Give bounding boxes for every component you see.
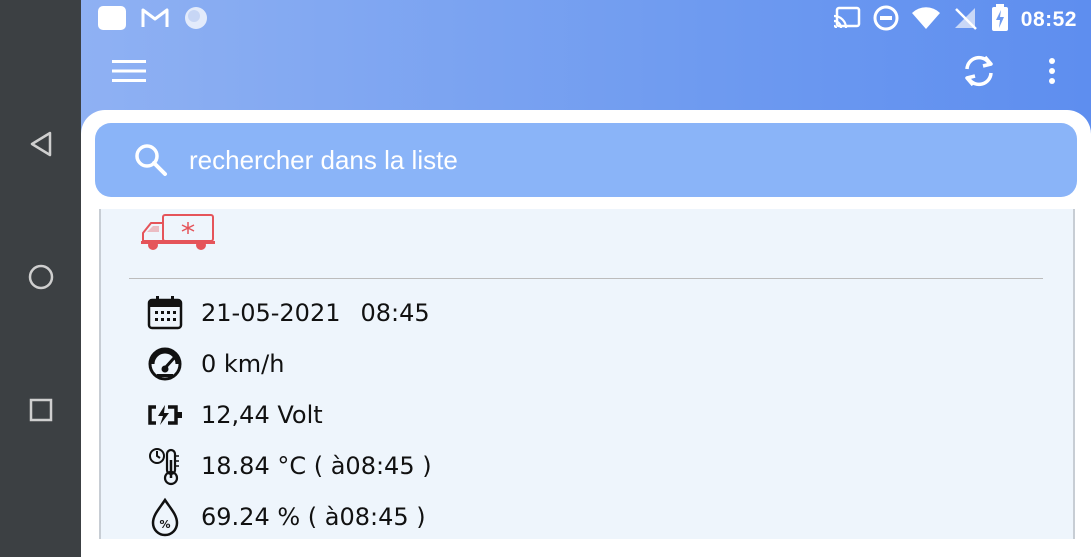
voltage-value: 12,44 Volt [201, 401, 323, 429]
no-signal-icon [953, 6, 979, 34]
gmail-icon [141, 7, 169, 33]
divider [129, 278, 1043, 279]
humidity-value: 69.24 % ( à08:45 ) [201, 503, 426, 531]
recents-icon[interactable] [0, 380, 81, 440]
cast-icon [833, 6, 861, 34]
search-icon [131, 140, 171, 180]
square-icon [97, 5, 127, 35]
refresh-icon [961, 53, 997, 93]
hamburger-icon [112, 59, 146, 87]
thermometer-icon [145, 446, 185, 486]
search-bar[interactable] [95, 123, 1077, 197]
calendar-icon [145, 293, 185, 333]
circle-app-icon [183, 5, 209, 35]
home-icon[interactable] [0, 247, 81, 307]
speed-row: 0 km/h [145, 344, 284, 384]
search-input[interactable] [187, 143, 991, 177]
clock: 08:52 [1020, 8, 1077, 31]
voltage-row: 12,44 Volt [145, 395, 323, 435]
humidity-icon: % [145, 497, 185, 537]
menu-button[interactable] [105, 49, 153, 97]
status-bar: 08:52 [81, 0, 1091, 38]
battery-charging-icon [991, 4, 1009, 36]
do-not-disturb-icon [873, 5, 899, 35]
wifi-icon [911, 6, 941, 34]
date-row: 21-05-2021 08:45 [145, 293, 430, 333]
speed-value: 0 km/h [201, 350, 285, 378]
temperature-value: 18.84 °C ( à08:45 ) [201, 452, 432, 480]
refresh-button[interactable] [955, 49, 1003, 97]
refrigerated-truck-icon [139, 211, 217, 255]
temperature-row: 18.84 °C ( à08:45 ) [145, 446, 432, 486]
speedometer-icon [145, 344, 185, 384]
date-value: 21-05-2021 [201, 299, 341, 327]
back-icon[interactable] [0, 114, 81, 174]
humidity-row: % 69.24 % ( à08:45 ) [145, 497, 426, 537]
system-navigation-bar [0, 0, 81, 557]
battery-voltage-icon [145, 395, 185, 435]
overflow-menu-button[interactable] [1028, 49, 1076, 97]
more-vert-icon [1048, 57, 1056, 89]
vehicle-card[interactable]: 21-05-2021 08:45 0 km/h 12,44 Volt 18.84… [99, 209, 1075, 539]
app-window: 08:52 rechercher dans la liste 21-05-202… [81, 0, 1091, 557]
time-value: 08:45 [360, 299, 430, 327]
svg-text:%: % [159, 518, 170, 531]
